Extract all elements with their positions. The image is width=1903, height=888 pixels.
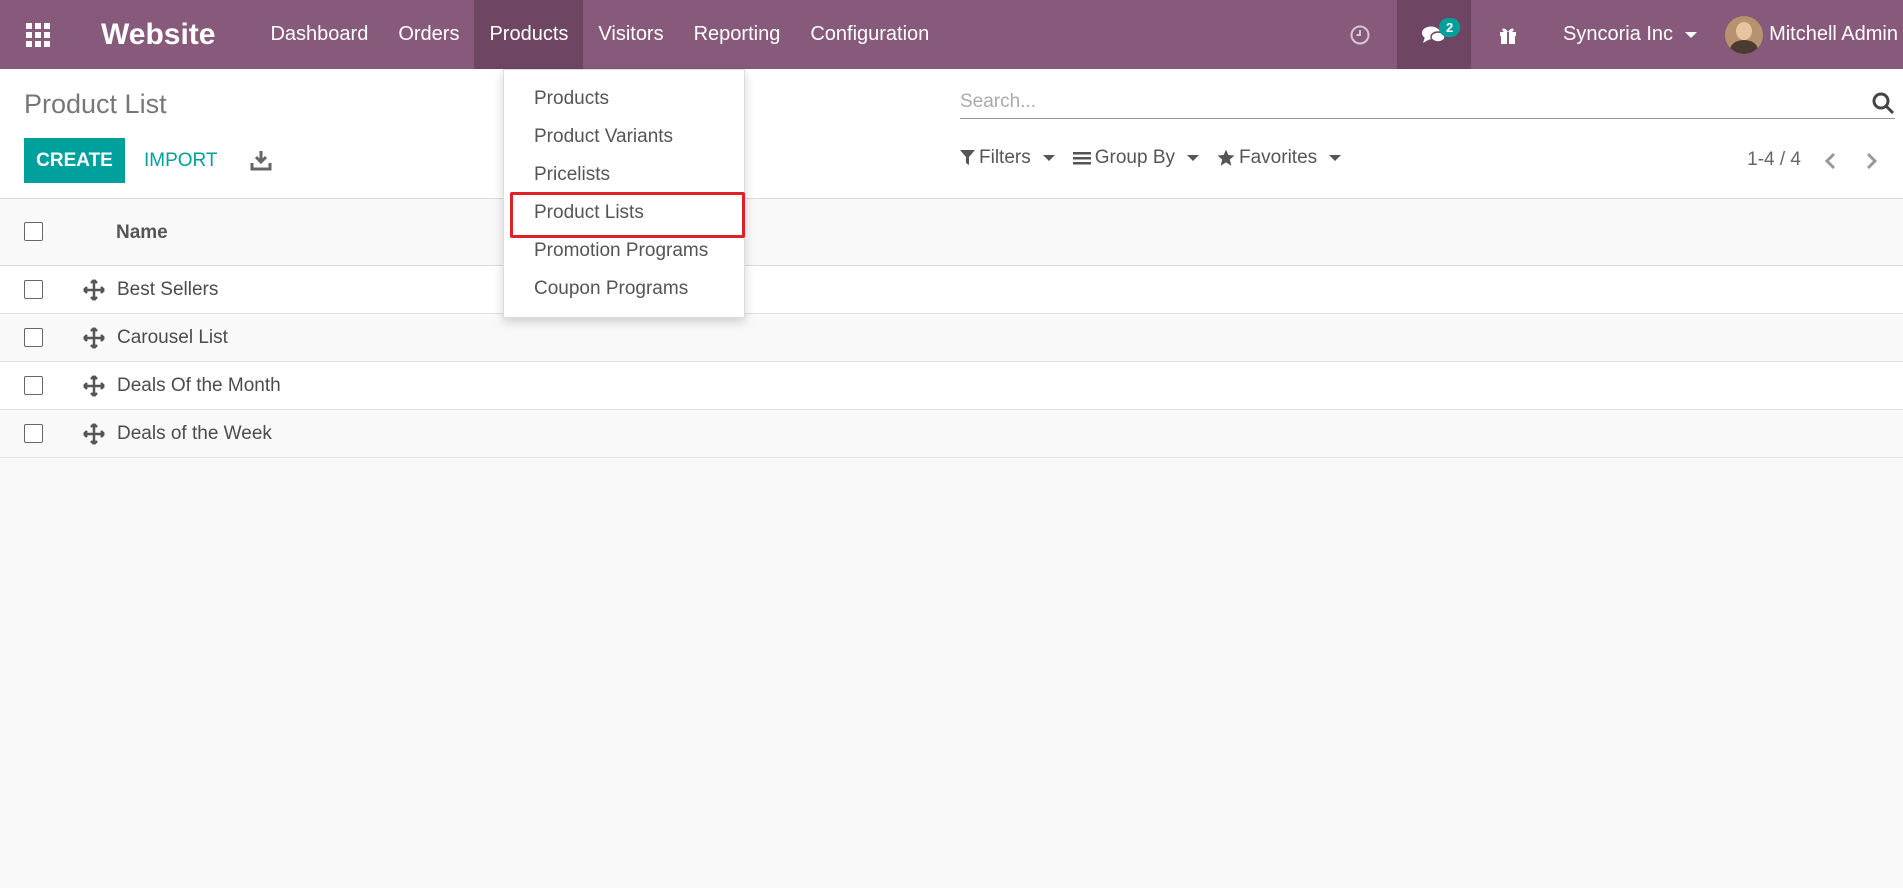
row-name: Best Sellers	[117, 279, 219, 300]
column-header-name[interactable]: Name	[116, 222, 168, 244]
messaging-button[interactable]: 2	[1397, 0, 1471, 69]
create-button[interactable]: CREATE	[24, 138, 125, 183]
drag-handle-icon[interactable]	[83, 375, 105, 397]
menu-products[interactable]: Products	[474, 0, 584, 69]
menu-dashboard[interactable]: Dashboard	[255, 0, 383, 69]
import-button[interactable]: IMPORT	[144, 138, 218, 183]
favorites-label: Favorites	[1239, 147, 1318, 168]
table-row[interactable]: Deals of the Week	[0, 410, 1903, 458]
row-checkbox[interactable]	[24, 424, 43, 443]
messages-count-badge: 2	[1439, 18, 1461, 37]
avatar	[1725, 15, 1764, 54]
dropdown-item-product-lists[interactable]: Product Lists	[504, 192, 745, 238]
user-name: Mitchell Admin	[1769, 23, 1898, 45]
row-name: Carousel List	[117, 327, 228, 348]
gift-button[interactable]	[1471, 0, 1545, 69]
drag-handle-icon[interactable]	[83, 279, 105, 301]
dropdown-item-product-variants[interactable]: Product Variants	[504, 118, 744, 156]
top-navbar: Website Dashboard Orders Products Visito…	[0, 0, 1903, 69]
dropdown-item-pricelists[interactable]: Pricelists	[504, 156, 744, 194]
table-row[interactable]: Deals Of the Month	[0, 362, 1903, 410]
drag-handle-icon[interactable]	[83, 327, 105, 349]
favorites-dropdown[interactable]: Favorites	[1217, 147, 1342, 169]
caret-down-icon	[1187, 155, 1199, 161]
chevron-right-icon[interactable]	[1861, 149, 1881, 173]
download-icon[interactable]	[250, 149, 272, 171]
groupby-label: Group By	[1094, 147, 1175, 168]
row-name: Deals of the Week	[117, 423, 272, 444]
control-panel: Product List CREATE IMPORT Filters Gr	[0, 69, 1903, 199]
apps-menu-button[interactable]	[0, 0, 75, 69]
caret-down-icon	[1685, 31, 1698, 38]
company-name: Syncoria Inc	[1563, 23, 1674, 45]
row-checkbox[interactable]	[24, 280, 43, 299]
clock-icon	[1350, 25, 1370, 44]
row-checkbox[interactable]	[24, 376, 43, 395]
table-row[interactable]: Carousel List	[0, 314, 1903, 362]
caret-down-icon	[1329, 155, 1342, 161]
filters-dropdown[interactable]: Filters	[960, 147, 1055, 169]
menu-visitors[interactable]: Visitors	[583, 0, 678, 69]
filters-label: Filters	[979, 147, 1031, 168]
select-all-checkbox[interactable]	[24, 222, 43, 241]
main-menu: Dashboard Orders Products Visitors Repor…	[255, 0, 944, 69]
products-dropdown-menu: Products Product Variants Pricelists Pro…	[503, 69, 745, 318]
user-menu[interactable]: Mitchell Admin	[1725, 15, 1903, 54]
dropdown-item-products[interactable]: Products	[504, 80, 744, 118]
menu-reporting[interactable]: Reporting	[679, 0, 796, 69]
grid-icon	[25, 22, 50, 47]
search-options: Filters Group By Favorites	[960, 147, 1359, 169]
activity-button[interactable]	[1323, 0, 1397, 69]
company-switcher[interactable]: Syncoria Inc	[1545, 23, 1725, 46]
dropdown-item-coupon-programs[interactable]: Coupon Programs	[504, 270, 744, 308]
search-icon[interactable]	[1871, 91, 1895, 115]
row-name: Deals Of the Month	[117, 375, 281, 396]
drag-handle-icon[interactable]	[83, 423, 105, 445]
app-brand[interactable]: Website	[101, 18, 215, 52]
groupby-dropdown[interactable]: Group By	[1072, 147, 1199, 169]
table-row[interactable]: Best Sellers	[0, 266, 1903, 314]
gift-icon	[1500, 28, 1516, 44]
menu-orders[interactable]: Orders	[383, 0, 474, 69]
caret-down-icon	[1042, 155, 1055, 161]
dropdown-item-promotion-programs[interactable]: Promotion Programs	[504, 232, 744, 270]
pager-value[interactable]: 1-4 / 4	[1747, 149, 1801, 171]
list-view: Name Best Sellers Carousel List Deals Of…	[0, 200, 1903, 458]
search-bar	[960, 87, 1895, 119]
list-icon	[1072, 152, 1091, 165]
search-input[interactable]	[960, 87, 1840, 117]
star-icon	[1217, 149, 1235, 166]
list-header: Name	[0, 200, 1903, 266]
chevron-left-icon[interactable]	[1821, 149, 1841, 173]
row-checkbox[interactable]	[24, 328, 43, 347]
navbar-systray: 2 Syncoria Inc Mitchell Admin	[1323, 0, 1903, 69]
page-title: Product List	[24, 89, 167, 119]
filter-icon	[960, 150, 975, 165]
menu-configuration[interactable]: Configuration	[795, 0, 944, 69]
